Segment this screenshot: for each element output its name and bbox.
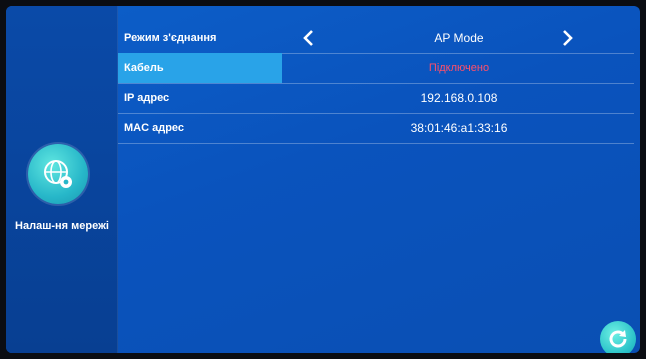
settings-row-ip-address[interactable]: IP адрес 192.168.0.108 — [118, 83, 634, 114]
settings-row-connection-mode: Режим з'єднання AP Mode — [118, 23, 634, 54]
refresh-button[interactable] — [600, 321, 636, 353]
network-settings-label: Налаш-ня мережі — [15, 220, 109, 232]
refresh-icon — [609, 330, 627, 348]
ip-address-label: IP адрес — [124, 92, 170, 104]
ip-address-value: 192.168.0.108 — [420, 91, 498, 105]
screen: Налаш-ня мережі Режим з'єднання AP Mode … — [6, 6, 640, 353]
network-settings-button[interactable] — [28, 144, 88, 204]
mac-address-value: 38:01:46:a1:33:16 — [410, 121, 508, 135]
cable-label: Кабель — [118, 53, 282, 83]
next-mode-button[interactable] — [558, 27, 578, 49]
settings-row-mac-address[interactable]: MAC адрес 38:01:46:a1:33:16 — [118, 113, 634, 144]
mac-address-label: MAC адрес — [124, 122, 185, 134]
settings-row-cable[interactable]: Кабель Підключено — [118, 53, 634, 84]
sidebar: Налаш-ня мережі — [6, 6, 118, 353]
globe-settings-icon — [44, 160, 72, 188]
cable-status-value: Підключено — [428, 62, 490, 74]
chevron-right-icon — [563, 30, 573, 46]
connection-mode-label: Режим з'єднання — [124, 32, 217, 44]
